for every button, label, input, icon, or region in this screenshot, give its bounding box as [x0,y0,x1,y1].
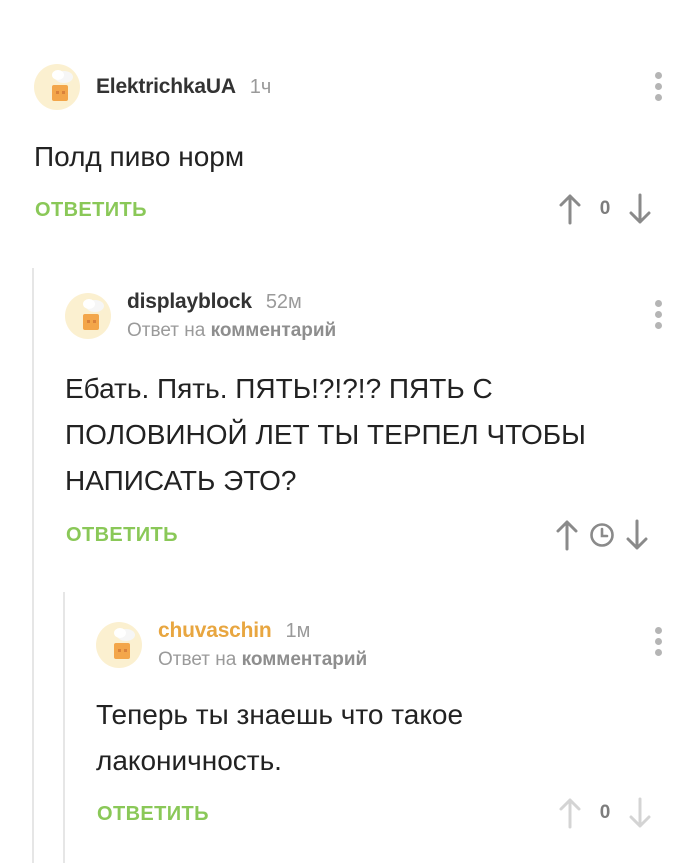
vote-controls: 0 [558,797,652,829]
username[interactable]: chuvaschin [158,619,272,643]
upvote-arrow-icon[interactable] [558,797,582,829]
comment-text-line: Ебать. Пять. ПЯТЬ!?!?!? ПЯТЬ С [65,373,493,404]
avatar[interactable] [96,622,142,668]
clock-icon [590,523,614,547]
reply-to: Ответ на комментарий [127,320,336,342]
comment-time: 1ч [249,76,272,98]
comment-header: chuvaschin 1м Ответ на комментарий [96,619,367,671]
comment-text-line: лаконичность. [96,745,282,776]
downvote-arrow-icon[interactable] [625,519,649,551]
downvote-arrow-icon[interactable] [628,193,652,225]
comment-time: 1м [285,620,311,642]
comment-score: 0 [599,198,611,219]
reply-to: Ответ на комментарий [158,649,367,671]
comment-text: Ебать. Пять. ПЯТЬ!?!?!? ПЯТЬ С ПОЛОВИНОЙ… [65,366,586,504]
avatar-cook-icon [83,299,104,330]
thread-line-level-2 [63,592,65,863]
comment-meta: chuvaschin 1м Ответ на комментарий [158,619,367,671]
vote-controls [555,519,649,551]
thread-line-level-1 [32,268,34,863]
comment-text-line: Полд пиво норм [34,141,245,172]
comment-text-line: ПОЛОВИНОЙ ЛЕТ ТЫ ТЕРПЕЛ ЧТОБЫ [65,419,586,450]
reply-button[interactable]: ОТВЕТИТЬ [97,803,209,826]
comment-header: ElektrichkaUA 1ч [34,64,271,110]
comment-text-line: НАПИСАТЬ ЭТО? [65,465,297,496]
username[interactable]: ElektrichkaUA [96,75,236,99]
avatar[interactable] [34,64,80,110]
avatar[interactable] [65,293,111,339]
reply-button[interactable]: ОТВЕТИТЬ [66,524,178,547]
comment-score [579,522,625,548]
comment-score: 0 [599,802,611,823]
reply-to-link[interactable]: комментарий [211,320,337,341]
reply-to-prefix: Ответ на [158,649,237,670]
comment-meta: ElektrichkaUA 1ч [96,75,271,99]
comment-text-line: Теперь ты знаешь что такое [96,699,464,730]
username[interactable]: displayblock [127,290,252,314]
more-dots-icon[interactable] [655,72,663,105]
avatar-cook-icon [52,70,73,101]
comment-meta: displayblock 52м Ответ на комментарий [127,290,336,342]
downvote-arrow-icon[interactable] [628,797,652,829]
upvote-arrow-icon[interactable] [555,519,579,551]
comment-text: Теперь ты знаешь что такое лаконичность. [96,692,463,784]
reply-to-prefix: Ответ на [127,320,206,341]
avatar-cook-icon [114,628,135,659]
vote-controls: 0 [558,193,652,225]
more-dots-icon[interactable] [655,627,663,660]
more-dots-icon[interactable] [655,300,663,333]
reply-to-link[interactable]: комментарий [242,649,368,670]
comment-time: 52м [265,291,302,313]
comment-text: Полд пиво норм [34,134,244,180]
upvote-arrow-icon[interactable] [558,193,582,225]
reply-button[interactable]: ОТВЕТИТЬ [35,199,147,222]
comment-header: displayblock 52м Ответ на комментарий [65,290,336,342]
